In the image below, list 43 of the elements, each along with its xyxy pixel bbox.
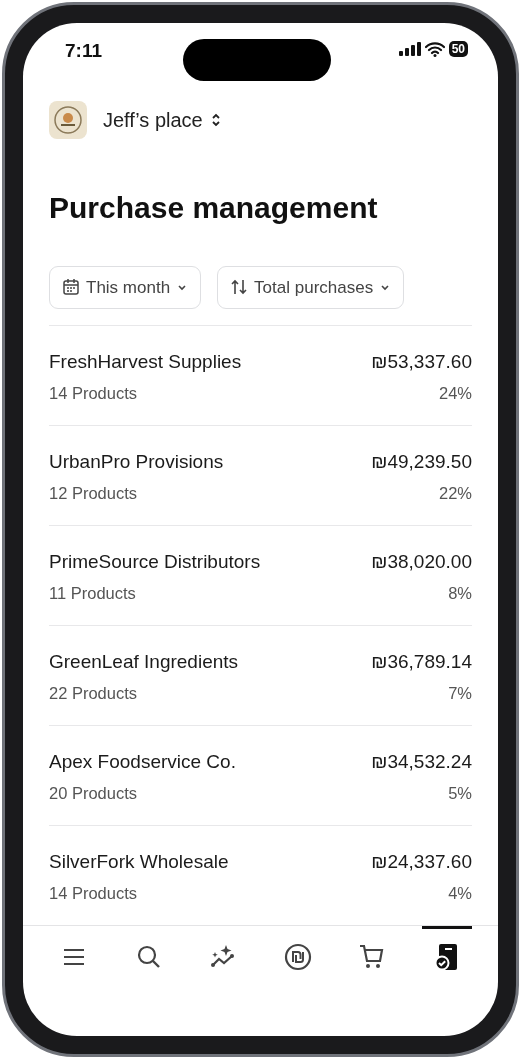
product-count: 22 Products (49, 682, 138, 704)
purchase-amount: ₪38,020.00 (371, 550, 472, 575)
workspace-switcher[interactable]: Jeff’s place (103, 104, 221, 135)
calendar-icon (62, 278, 80, 297)
purchase-share: 24% (438, 382, 472, 404)
logo-icon (49, 100, 87, 139)
chevron-up-down-icon (210, 111, 221, 128)
supplier-name: Apex Foodservice Co. (49, 750, 236, 775)
supplier-row[interactable]: SilverFork Wholesale ₪24,337.60 14 Products 4% (49, 825, 472, 926)
purchase-share: 22% (438, 482, 472, 504)
filter-dropdown[interactable]: Total purchases (217, 265, 405, 310)
supplier-row[interactable]: FreshHarvest Supplies ₪53,337.60 14 Products 24% (49, 325, 472, 426)
purchase-amount: ₪34,532.24 (371, 750, 472, 775)
supplier-row[interactable]: PrimeSource Distributors ₪38,020.00 11 Products 8% (49, 525, 472, 626)
purchase-amount: ₪49,239.50 (371, 450, 472, 475)
product-count: 20 Products (49, 782, 138, 804)
sort-icon (230, 278, 249, 297)
supplier-row[interactable]: GreenLeaf Ingredients ₪36,789.14 22 Products 7% (49, 625, 472, 726)
page-title: Purchase management (49, 189, 379, 226)
supplier-name: GreenLeaf Ingredients (49, 650, 239, 675)
supplier-name: FreshHarvest Supplies (49, 350, 242, 375)
filter-dropdown[interactable]: This month (49, 265, 202, 310)
purchase-share: 4% (448, 882, 472, 904)
product-count: 14 Products (49, 882, 138, 904)
product-count: 11 Products (49, 582, 136, 604)
purchase-share: 8% (448, 582, 472, 604)
status-time: 7:11 (65, 39, 102, 63)
signal-icon (398, 42, 421, 56)
supplier-name: SilverFork Wholesale (49, 850, 229, 875)
purchase-share: 7% (448, 682, 472, 704)
product-count: 12 Products (49, 482, 138, 504)
purchase-amount: ₪24,337.60 (371, 850, 472, 875)
purchase-share: 5% (448, 782, 472, 804)
supplier-row[interactable]: Apex Foodservice Co. ₪34,532.24 20 Products 5% (49, 725, 472, 826)
purchase-amount: ₪36,789.14 (371, 650, 472, 675)
supplier-name: PrimeSource Distributors (49, 550, 261, 575)
supplier-name: UrbanPro Provisions (49, 450, 224, 475)
shekel-icon (283, 943, 312, 972)
battery-level: 50 (448, 41, 468, 57)
supplier-row[interactable]: UrbanPro Provisions ₪49,239.50 12 Products 22% (49, 425, 472, 526)
product-count: 14 Products (49, 382, 138, 404)
wifi-icon (424, 41, 445, 57)
purchase-amount: ₪53,337.60 (371, 350, 472, 375)
